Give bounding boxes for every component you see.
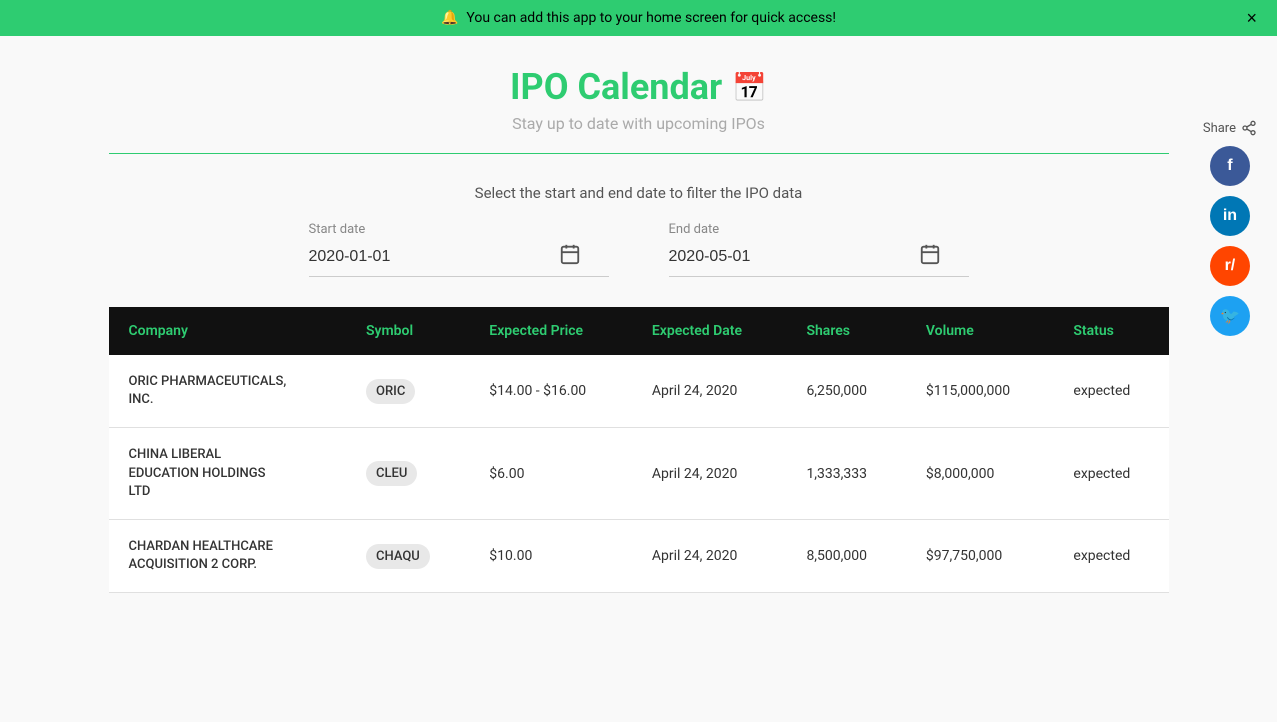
bell-icon: 🔔 bbox=[441, 10, 458, 26]
cell-expected-price: $10.00 bbox=[469, 519, 632, 592]
reddit-icon: r/ bbox=[1225, 257, 1236, 275]
col-symbol: Symbol bbox=[346, 307, 469, 355]
page-title: IPO Calendar 📅 bbox=[510, 66, 767, 108]
title-text: IPO Calendar bbox=[510, 66, 722, 108]
cell-symbol: CHAQU bbox=[346, 519, 469, 592]
table-row: CHINA LIBERAL EDUCATION HOLDINGS LTD CLE… bbox=[109, 428, 1169, 520]
main-content: IPO Calendar 📅 Stay up to date with upco… bbox=[89, 36, 1189, 623]
cell-shares: 6,250,000 bbox=[786, 355, 905, 428]
calendar-icon: 📅 bbox=[732, 71, 767, 104]
share-label: Share bbox=[1203, 120, 1257, 136]
reddit-share-button[interactable]: r/ bbox=[1210, 246, 1250, 286]
start-date-calendar-icon[interactable] bbox=[559, 243, 581, 270]
notification-message: You can add this app to your home screen… bbox=[466, 10, 836, 26]
cell-status: expected bbox=[1053, 355, 1168, 428]
filter-section: Select the start and end date to filter … bbox=[109, 184, 1169, 277]
col-company: Company bbox=[109, 307, 347, 355]
divider bbox=[109, 153, 1169, 154]
notification-close-button[interactable]: × bbox=[1246, 8, 1257, 29]
share-text: Share bbox=[1203, 121, 1236, 136]
cell-status: expected bbox=[1053, 519, 1168, 592]
cell-company: CHINA LIBERAL EDUCATION HOLDINGS LTD bbox=[109, 428, 347, 520]
col-status: Status bbox=[1053, 307, 1168, 355]
start-date-wrapper bbox=[309, 243, 609, 277]
filter-label: Select the start and end date to filter … bbox=[109, 184, 1169, 202]
date-inputs: Start date End date bbox=[109, 222, 1169, 277]
col-expected-date: Expected Date bbox=[632, 307, 787, 355]
end-date-calendar-icon[interactable] bbox=[919, 243, 941, 270]
table-header-row: Company Symbol Expected Price Expected D… bbox=[109, 307, 1169, 355]
cell-expected-date: April 24, 2020 bbox=[632, 428, 787, 520]
cell-expected-price: $6.00 bbox=[469, 428, 632, 520]
cell-status: expected bbox=[1053, 428, 1168, 520]
page-subtitle: Stay up to date with upcoming IPOs bbox=[109, 114, 1169, 133]
ipo-table: Company Symbol Expected Price Expected D… bbox=[109, 307, 1169, 593]
notification-banner: 🔔 You can add this app to your home scre… bbox=[0, 0, 1277, 36]
twitter-share-button[interactable]: 🐦 bbox=[1210, 296, 1250, 336]
cell-expected-date: April 24, 2020 bbox=[632, 519, 787, 592]
cell-shares: 1,333,333 bbox=[786, 428, 905, 520]
share-sidebar: Share f in r/ 🐦 bbox=[1203, 120, 1257, 336]
table-row: CHARDAN HEALTHCARE ACQUISITION 2 CORP. C… bbox=[109, 519, 1169, 592]
share-icon bbox=[1241, 120, 1257, 136]
cell-company: CHARDAN HEALTHCARE ACQUISITION 2 CORP. bbox=[109, 519, 347, 592]
start-date-label: Start date bbox=[309, 222, 366, 237]
start-date-field: Start date bbox=[309, 222, 609, 277]
cell-shares: 8,500,000 bbox=[786, 519, 905, 592]
linkedin-icon: in bbox=[1223, 207, 1237, 225]
end-date-label: End date bbox=[669, 222, 720, 237]
col-shares: Shares bbox=[786, 307, 905, 355]
cell-volume: $8,000,000 bbox=[906, 428, 1054, 520]
col-volume: Volume bbox=[906, 307, 1054, 355]
cell-volume: $97,750,000 bbox=[906, 519, 1054, 592]
col-expected-price: Expected Price bbox=[469, 307, 632, 355]
end-date-input[interactable] bbox=[669, 248, 919, 266]
cell-symbol: CLEU bbox=[346, 428, 469, 520]
twitter-icon: 🐦 bbox=[1220, 306, 1240, 326]
cell-company: ORIC PHARMACEUTICALS, INC. bbox=[109, 355, 347, 428]
cell-expected-price: $14.00 - $16.00 bbox=[469, 355, 632, 428]
table-row: ORIC PHARMACEUTICALS, INC. ORIC $14.00 -… bbox=[109, 355, 1169, 428]
end-date-field: End date bbox=[669, 222, 969, 277]
cell-volume: $115,000,000 bbox=[906, 355, 1054, 428]
start-date-input[interactable] bbox=[309, 248, 559, 266]
facebook-share-button[interactable]: f bbox=[1210, 146, 1250, 186]
page-header: IPO Calendar 📅 Stay up to date with upco… bbox=[109, 66, 1169, 133]
cell-expected-date: April 24, 2020 bbox=[632, 355, 787, 428]
facebook-icon: f bbox=[1227, 157, 1232, 175]
cell-symbol: ORIC bbox=[346, 355, 469, 428]
end-date-wrapper bbox=[669, 243, 969, 277]
linkedin-share-button[interactable]: in bbox=[1210, 196, 1250, 236]
